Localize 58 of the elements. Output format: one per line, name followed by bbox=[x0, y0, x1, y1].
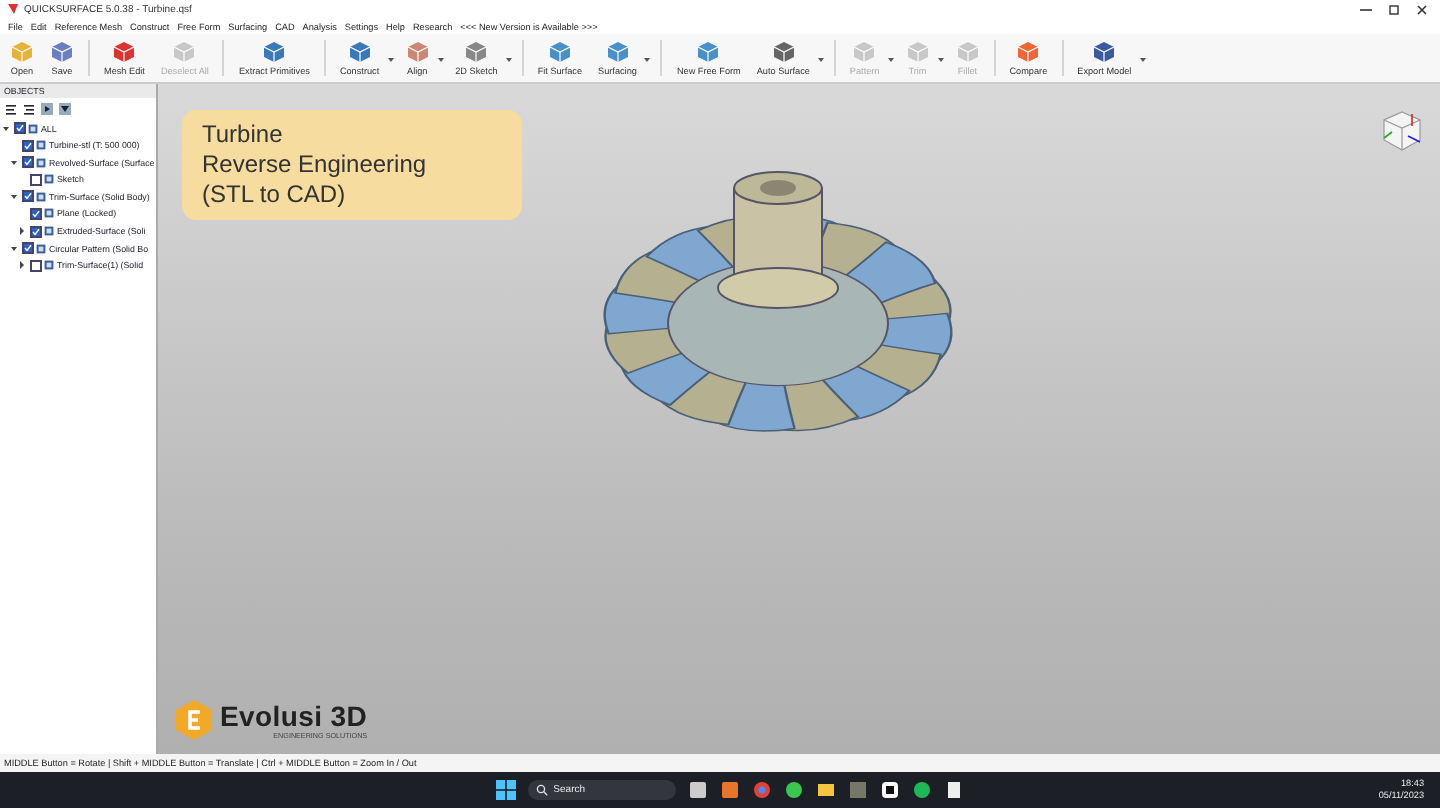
cube-icon bbox=[605, 40, 630, 64]
collapsed-arrow-icon[interactable] bbox=[18, 226, 26, 237]
cube-icon bbox=[1016, 40, 1041, 64]
cube-icon bbox=[347, 40, 372, 64]
cube-icon bbox=[1092, 40, 1117, 64]
cube-icon bbox=[696, 40, 721, 64]
document-icon[interactable] bbox=[943, 780, 964, 800]
checkbox[interactable] bbox=[21, 139, 33, 152]
square-icon[interactable] bbox=[879, 780, 900, 800]
play-icon[interactable] bbox=[40, 102, 54, 116]
checkbox[interactable] bbox=[13, 122, 25, 134]
object-type-icon bbox=[44, 226, 54, 237]
folder-icon[interactable] bbox=[815, 780, 836, 800]
cube-icon bbox=[905, 40, 930, 64]
cube-icon bbox=[464, 40, 489, 64]
title-text: Reverse Engineering bbox=[202, 150, 429, 180]
cube-icon bbox=[262, 40, 287, 64]
checkmark-icon bbox=[15, 124, 23, 132]
cube-icon bbox=[547, 40, 572, 64]
filter-icon[interactable] bbox=[58, 102, 72, 116]
cube-icon bbox=[50, 40, 74, 64]
circle-icon[interactable] bbox=[911, 780, 932, 800]
view-cube-icon bbox=[1380, 108, 1424, 156]
cube-icon bbox=[771, 40, 796, 64]
square-icon[interactable] bbox=[687, 780, 708, 800]
object-type-icon bbox=[44, 208, 54, 219]
object-type-icon bbox=[44, 260, 54, 271]
list-icon[interactable] bbox=[4, 102, 18, 116]
circle-icon[interactable] bbox=[751, 780, 772, 800]
restore-icon bbox=[1384, 1, 1404, 17]
close-icon bbox=[1412, 1, 1432, 17]
checkbox[interactable] bbox=[29, 207, 41, 220]
checkbox[interactable] bbox=[29, 173, 41, 186]
checkbox[interactable] bbox=[29, 225, 41, 238]
cube-icon bbox=[852, 40, 877, 64]
collapsed-arrow-icon[interactable] bbox=[18, 260, 26, 271]
object-type-icon bbox=[28, 123, 38, 133]
hexagon-logo-icon bbox=[174, 698, 214, 742]
checkbox[interactable] bbox=[21, 156, 33, 169]
checkbox[interactable] bbox=[21, 190, 33, 203]
cube-icon bbox=[955, 40, 980, 64]
object-type-icon bbox=[36, 140, 46, 151]
title-text: (STL to CAD) bbox=[202, 180, 348, 210]
cube-icon bbox=[172, 40, 197, 64]
object-type-icon bbox=[36, 243, 46, 254]
tree-list-icon[interactable] bbox=[22, 102, 36, 116]
object-type-icon bbox=[36, 191, 46, 202]
cube-icon bbox=[405, 40, 430, 64]
checkbox[interactable] bbox=[21, 242, 33, 255]
object-type-icon bbox=[44, 174, 54, 185]
cube-icon bbox=[112, 40, 137, 64]
windows-start-icon bbox=[495, 780, 516, 800]
search-icon bbox=[535, 784, 548, 796]
cube-icon bbox=[10, 40, 34, 64]
object-type-icon bbox=[36, 157, 46, 168]
checkbox[interactable] bbox=[29, 259, 41, 272]
logo-name: Evolusi 3D bbox=[220, 700, 368, 732]
title-text: Turbine bbox=[202, 120, 285, 150]
